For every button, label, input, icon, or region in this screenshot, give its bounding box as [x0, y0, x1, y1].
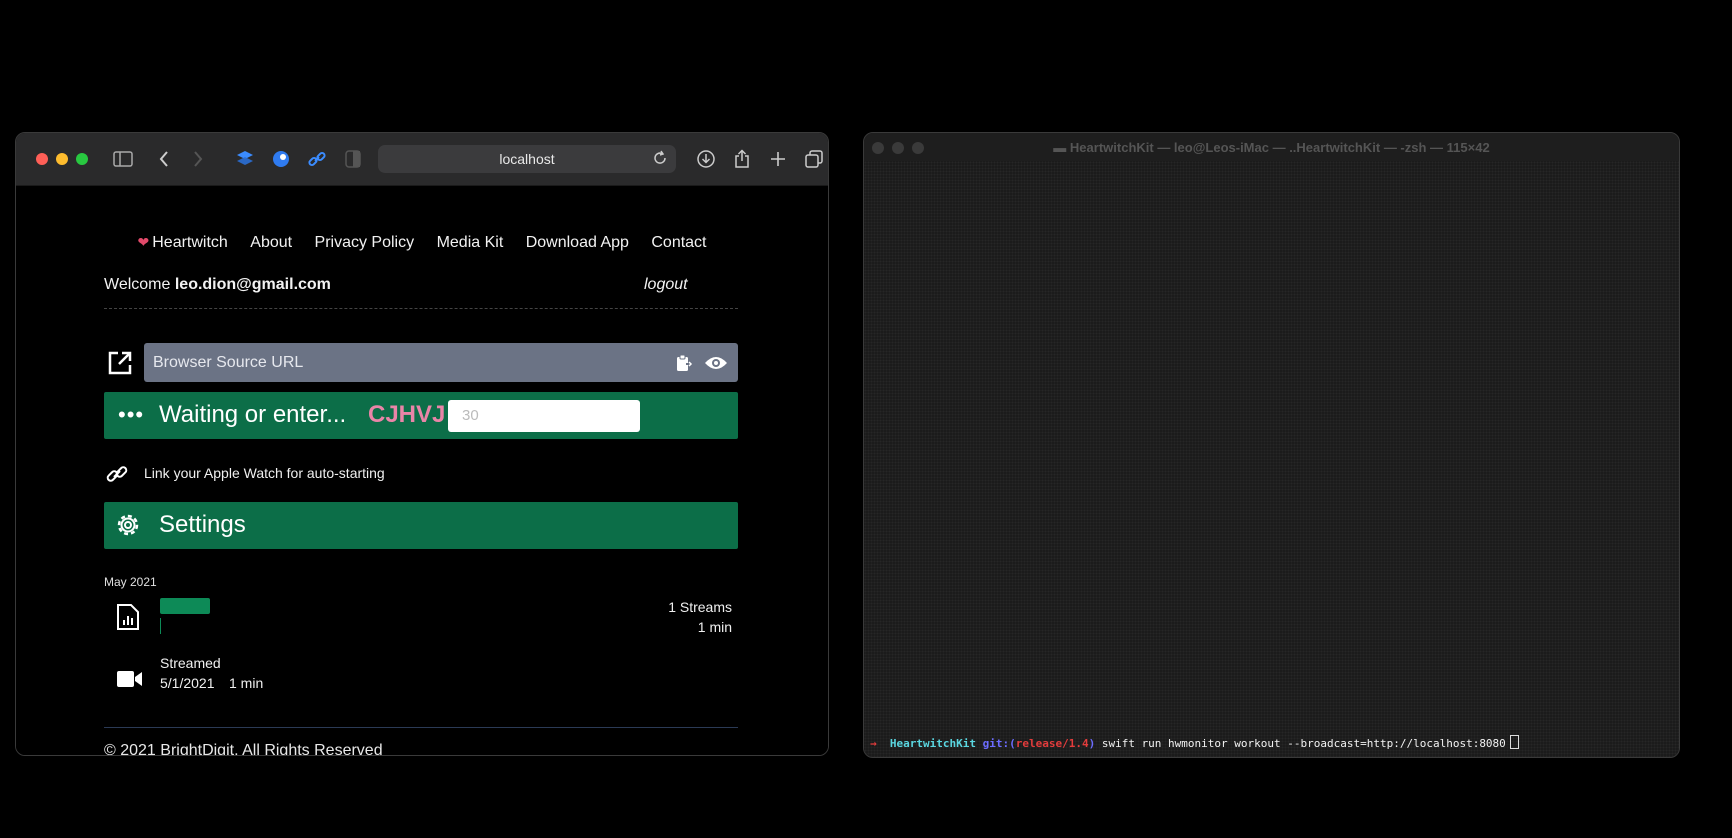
stream-length: 1 min — [229, 675, 264, 691]
heart-rate-line — [160, 618, 161, 634]
prompt-git-label: git:( — [982, 737, 1016, 750]
browser-window: localhost ❤ Heartwitch About Privacy Poli… — [15, 132, 829, 756]
nav-brand-link[interactable]: ❤ Heartwitch — [138, 234, 228, 252]
stats-document-icon — [116, 603, 140, 631]
close-window-button[interactable] — [36, 153, 48, 165]
eye-icon[interactable] — [704, 353, 728, 373]
month-heading: May 2021 — [104, 575, 157, 589]
back-icon[interactable] — [152, 147, 176, 171]
link-apple-watch-link[interactable]: Link your Apple Watch for auto-starting — [144, 465, 385, 481]
code-input[interactable]: 30 — [448, 400, 640, 432]
reload-icon[interactable] — [652, 150, 670, 168]
waiting-label: Waiting or enter... — [159, 401, 347, 428]
minimize-window-button[interactable] — [56, 153, 68, 165]
new-tab-icon[interactable] — [766, 147, 790, 171]
welcome-text: Welcome leo.dion@gmail.com — [104, 276, 331, 294]
gear-icon — [114, 511, 142, 539]
folder-icon: ▬ — [1053, 140, 1070, 155]
nav-brand-label: Heartwitch — [152, 234, 228, 251]
external-link-icon[interactable] — [106, 349, 134, 377]
zoom-window-button[interactable] — [76, 153, 88, 165]
logout-link[interactable]: logout — [644, 276, 688, 294]
divider — [104, 308, 738, 309]
pairing-code: CJHVJ — [368, 401, 446, 428]
waiting-bar: ••• Waiting or enter... CJHVJ 30 — [104, 392, 738, 439]
nav-item-about[interactable]: About — [250, 234, 292, 252]
prompt-directory: HeartwitchKit — [889, 737, 976, 750]
browser-source-url-field[interactable]: Browser Source URL — [144, 343, 738, 382]
settings-button[interactable]: Settings — [104, 502, 738, 549]
site-nav: ❤ Heartwitch About Privacy Policy Media K… — [16, 234, 828, 252]
code-input-placeholder: 30 — [462, 407, 479, 424]
sidebar-icon[interactable] — [111, 147, 135, 171]
terminal-prompt-line[interactable]: → HeartwitchKit git:(release/1.4) swift … — [870, 735, 1519, 750]
link-icon[interactable] — [106, 463, 128, 485]
terminal-title: ▬ HeartwitchKit — leo@Leos-iMac — ..Hear… — [864, 140, 1679, 155]
tab-overview-icon[interactable] — [802, 147, 826, 171]
layers-extension-icon[interactable] — [233, 147, 257, 171]
globe-extension-icon[interactable] — [269, 147, 293, 171]
terminal-command: swift run hwmonitor workout --broadcast=… — [1101, 737, 1506, 750]
browser-toolbar: localhost — [16, 133, 828, 186]
footer-copyright: © 2021 BrightDigit. All Rights Reserved — [104, 742, 383, 755]
footer-divider — [104, 727, 738, 728]
streams-count: 1 Streams — [668, 599, 732, 615]
welcome-prefix: Welcome — [104, 276, 171, 293]
terminal-body[interactable] — [864, 161, 1679, 757]
stream-date: 5/1/2021 — [160, 675, 215, 691]
terminal-cursor — [1509, 735, 1519, 749]
heart-rate-bar — [160, 598, 210, 614]
user-email: leo.dion@gmail.com — [174, 276, 331, 293]
streams-duration: 1 min — [697, 619, 732, 635]
web-page: ❤ Heartwitch About Privacy Policy Media K… — [16, 186, 828, 755]
terminal-title-bar: ▬ HeartwitchKit — leo@Leos-iMac — ..Hear… — [864, 133, 1679, 161]
forward-icon[interactable] — [186, 147, 210, 171]
nav-item-contact[interactable]: Contact — [651, 234, 706, 252]
prompt-git-close: ) — [1088, 737, 1096, 750]
settings-label: Settings — [159, 511, 246, 538]
prompt-git-branch: release/1.4 — [1015, 737, 1089, 750]
ellipsis-icon: ••• — [118, 402, 145, 427]
stream-label: Streamed — [160, 655, 221, 671]
link-extension-icon[interactable] — [305, 147, 329, 171]
downloads-icon[interactable] — [694, 147, 718, 171]
browser-source-url-placeholder: Browser Source URL — [153, 354, 304, 371]
nav-item-download-app[interactable]: Download App — [526, 234, 629, 252]
shield-extension-icon[interactable] — [341, 147, 365, 171]
copy-to-clipboard-icon[interactable] — [674, 353, 694, 373]
heart-icon: ❤ — [137, 234, 150, 250]
address-text: localhost — [499, 151, 555, 167]
terminal-title-text: HeartwitchKit — leo@Leos-iMac — ..Heartw… — [1069, 140, 1490, 155]
address-bar[interactable]: localhost — [378, 145, 676, 173]
nav-item-media-kit[interactable]: Media Kit — [437, 234, 504, 252]
prompt-arrow: → — [870, 737, 877, 750]
terminal-window: ▬ HeartwitchKit — leo@Leos-iMac — ..Hear… — [863, 132, 1680, 758]
nav-item-privacy-policy[interactable]: Privacy Policy — [315, 234, 415, 252]
share-icon[interactable] — [730, 147, 754, 171]
video-camera-icon — [116, 668, 144, 690]
